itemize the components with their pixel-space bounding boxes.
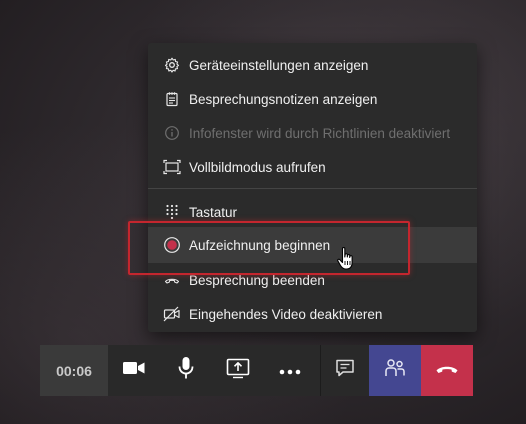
menu-item-label: Besprechungsnotizen anzeigen — [189, 91, 378, 107]
participants-button[interactable] — [369, 345, 421, 396]
notes-icon — [163, 90, 181, 108]
chat-icon — [335, 358, 355, 383]
more-options-icon — [279, 362, 301, 380]
camera-button[interactable] — [108, 345, 160, 396]
menu-item-label: Vollbildmodus aufrufen — [189, 159, 326, 175]
chat-button[interactable] — [320, 345, 369, 396]
participants-icon — [384, 358, 406, 383]
video-off-icon — [163, 305, 181, 323]
more-options-menu: Geräteeinstellungen anzeigen Besprechung… — [148, 43, 477, 332]
microphone-button[interactable] — [160, 345, 212, 396]
menu-item-label: Eingehendes Video deaktivieren — [189, 306, 383, 322]
menu-item-info-panel-disabled: Infofenster wird durch Richtlinien deakt… — [148, 116, 477, 150]
share-screen-button[interactable] — [212, 345, 264, 396]
highlight-annotation — [128, 221, 410, 275]
more-options-button[interactable] — [264, 345, 316, 396]
microphone-icon — [177, 356, 195, 385]
gear-icon — [163, 56, 181, 74]
keypad-icon — [163, 203, 181, 221]
hang-up-button[interactable] — [421, 345, 473, 396]
info-icon — [163, 124, 181, 142]
share-screen-icon — [226, 357, 250, 384]
menu-item-label: Tastatur — [189, 204, 238, 220]
menu-item-device-settings[interactable]: Geräteeinstellungen anzeigen — [148, 48, 477, 82]
call-controls-group — [108, 345, 320, 396]
menu-item-label: Geräteeinstellungen anzeigen — [189, 57, 369, 73]
hang-up-icon — [435, 362, 459, 380]
call-controls-bar: 00:06 — [40, 345, 473, 396]
menu-divider — [148, 188, 477, 189]
hand-cursor-icon — [337, 246, 357, 272]
call-timer: 00:06 — [40, 345, 108, 396]
camera-icon — [122, 360, 146, 381]
menu-item-disable-incoming-video[interactable]: Eingehendes Video deaktivieren — [148, 297, 477, 331]
fullscreen-icon — [163, 158, 181, 176]
menu-item-meeting-notes[interactable]: Besprechungsnotizen anzeigen — [148, 82, 477, 116]
menu-item-fullscreen[interactable]: Vollbildmodus aufrufen — [148, 150, 477, 184]
menu-item-label: Infofenster wird durch Richtlinien deakt… — [189, 125, 451, 141]
